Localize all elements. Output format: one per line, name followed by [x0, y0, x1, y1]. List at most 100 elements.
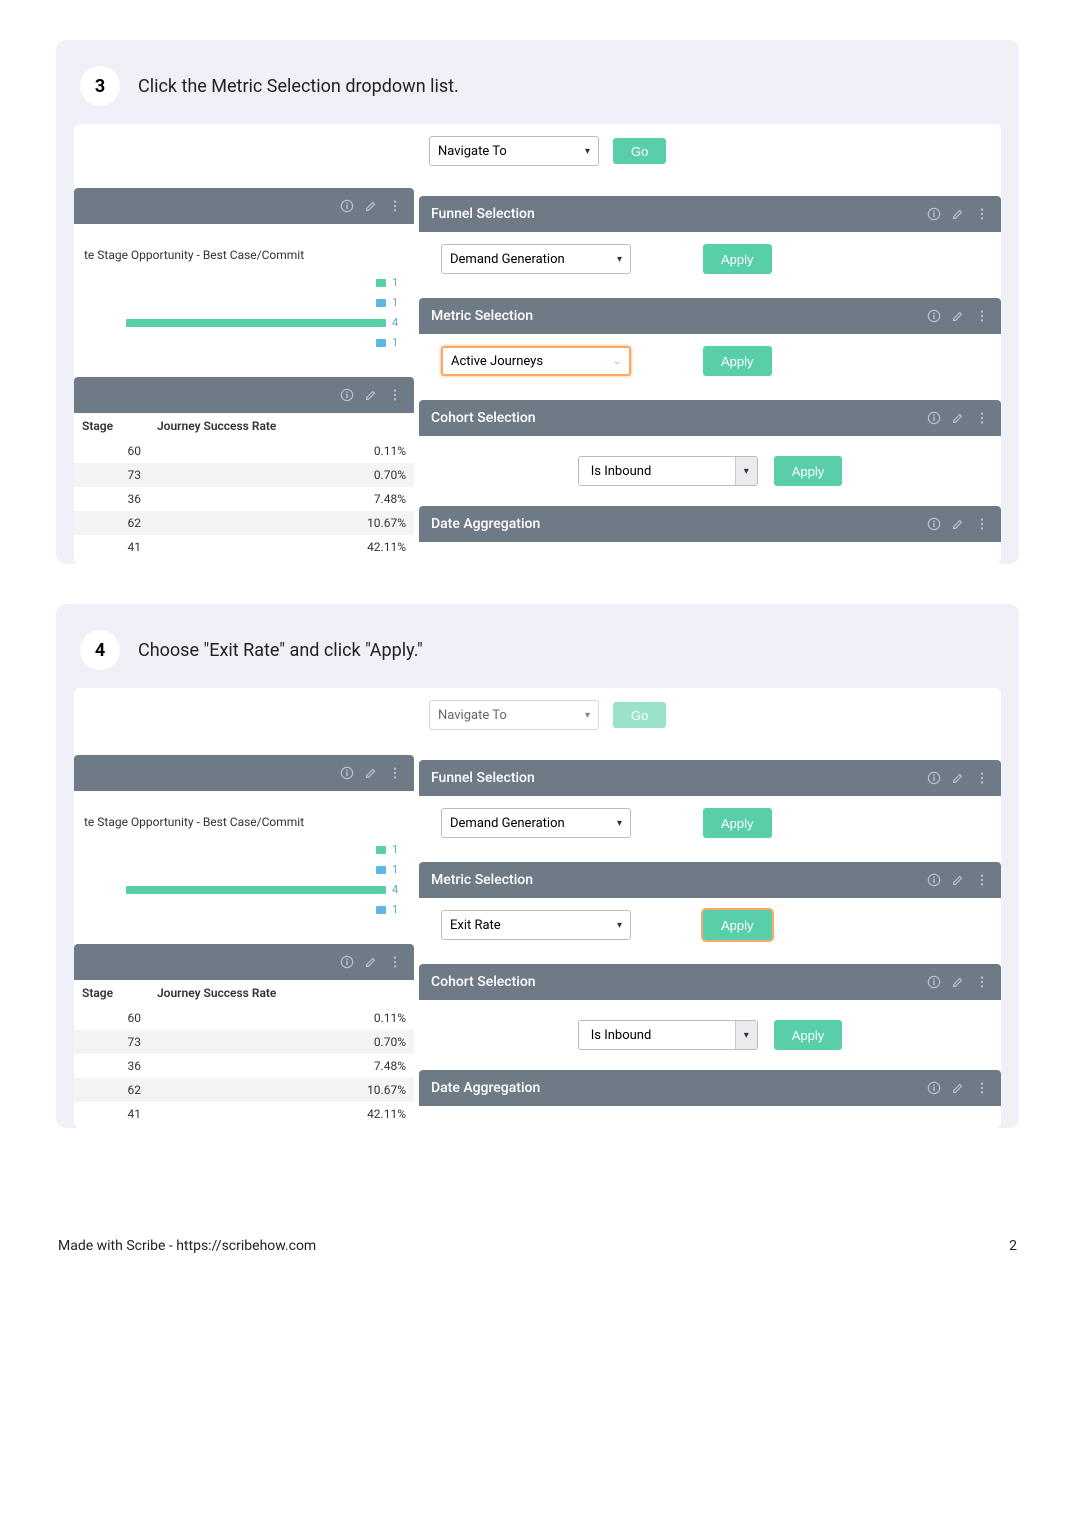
edit-icon: [364, 766, 378, 780]
panel-header-table: [74, 944, 414, 980]
info-icon: [927, 411, 941, 425]
th-rate: Journey Success Rate: [149, 413, 414, 439]
more-icon: [975, 873, 989, 887]
info-icon: [927, 975, 941, 989]
chevron-down-icon: ▾: [585, 710, 590, 721]
page-footer: Made with Scribe - https://scribehow.com…: [56, 1238, 1019, 1254]
info-icon: [927, 517, 941, 531]
panel-header-chart: [74, 755, 414, 791]
chevron-down-icon: ⌄: [613, 356, 621, 367]
screenshot: te Stage Opportunity - Best Case/Commit …: [74, 688, 1001, 1128]
table-row: 367.48%: [74, 487, 414, 511]
metric-apply-button[interactable]: Apply: [703, 910, 772, 940]
chevron-down-icon: ▾: [617, 920, 622, 931]
edit-icon: [364, 388, 378, 402]
navigate-dropdown[interactable]: Navigate To▾: [429, 136, 599, 166]
more-icon: [388, 766, 402, 780]
bar-chart: 1 1 4 1: [84, 843, 404, 916]
chart-title: te Stage Opportunity - Best Case/Commit: [84, 248, 404, 262]
more-icon: [975, 411, 989, 425]
panel-header-chart: [74, 188, 414, 224]
edit-icon: [951, 771, 965, 785]
page-number: 2: [1009, 1238, 1017, 1254]
more-icon: [388, 199, 402, 213]
metric-header: Metric Selection: [419, 862, 1001, 898]
info-icon: [340, 955, 354, 969]
th-stage: Stage: [74, 413, 149, 439]
more-icon: [975, 207, 989, 221]
step-title: Choose "Exit Rate" and click "Apply.": [138, 640, 423, 661]
footer-credit: Made with Scribe - https://scribehow.com: [58, 1238, 316, 1254]
metric-dropdown[interactable]: Active Journeys⌄: [441, 346, 631, 376]
metric-dropdown[interactable]: Exit Rate▾: [441, 910, 631, 940]
more-icon: [975, 309, 989, 323]
cohort-apply-button[interactable]: Apply: [774, 456, 843, 486]
info-icon: [340, 388, 354, 402]
bar-chart: 1 1 4 1: [84, 276, 404, 349]
step-number-badge: 4: [80, 630, 120, 670]
table-row: 730.70%: [74, 463, 414, 487]
table-row: 4142.11%: [74, 535, 414, 559]
go-button[interactable]: Go: [613, 702, 666, 728]
chart-panel: te Stage Opportunity - Best Case/Commit …: [74, 791, 414, 922]
step-number-badge: 3: [80, 66, 120, 106]
info-icon: [927, 771, 941, 785]
cohort-header: Cohort Selection: [419, 964, 1001, 1000]
table-row: 6210.67%: [74, 1078, 414, 1102]
table-row: 6210.67%: [74, 511, 414, 535]
step-card-4: 4 Choose "Exit Rate" and click "Apply.": [56, 604, 1019, 1128]
navigate-dropdown[interactable]: Navigate To▾: [429, 700, 599, 730]
more-icon: [975, 517, 989, 531]
more-icon: [975, 1081, 989, 1095]
info-icon: [927, 873, 941, 887]
funnel-apply-button[interactable]: Apply: [703, 244, 772, 274]
step-title: Click the Metric Selection dropdown list…: [138, 76, 459, 97]
more-icon: [975, 975, 989, 989]
chevron-down-icon: ▾: [735, 457, 757, 485]
more-icon: [388, 955, 402, 969]
funnel-dropdown[interactable]: Demand Generation▾: [441, 808, 631, 838]
chevron-down-icon: ▾: [735, 1021, 757, 1049]
stage-table: StageJourney Success Rate 600.11% 730.70…: [74, 413, 414, 559]
stage-table: StageJourney Success Rate 600.11% 730.70…: [74, 980, 414, 1126]
edit-icon: [951, 873, 965, 887]
funnel-dropdown[interactable]: Demand Generation▾: [441, 244, 631, 274]
info-icon: [927, 207, 941, 221]
funnel-header: Funnel Selection: [419, 760, 1001, 796]
cohort-dropdown[interactable]: Is Inbound▾: [578, 456, 758, 486]
more-icon: [975, 771, 989, 785]
edit-icon: [364, 955, 378, 969]
table-row: 367.48%: [74, 1054, 414, 1078]
more-icon: [388, 388, 402, 402]
edit-icon: [951, 309, 965, 323]
edit-icon: [951, 517, 965, 531]
chevron-down-icon: ▾: [617, 254, 622, 265]
table-row: 600.11%: [74, 439, 414, 463]
funnel-header: Funnel Selection: [419, 196, 1001, 232]
cohort-apply-button[interactable]: Apply: [774, 1020, 843, 1050]
cohort-dropdown[interactable]: Is Inbound▾: [578, 1020, 758, 1050]
chevron-down-icon: ▾: [585, 146, 590, 157]
step-card-3: 3 Click the Metric Selection dropdown li…: [56, 40, 1019, 564]
dateagg-header: Date Aggregation: [419, 506, 1001, 542]
go-button[interactable]: Go: [613, 138, 666, 164]
table-row: 730.70%: [74, 1030, 414, 1054]
th-stage: Stage: [74, 980, 149, 1006]
chevron-down-icon: ▾: [617, 818, 622, 829]
info-icon: [927, 1081, 941, 1095]
dateagg-header: Date Aggregation: [419, 1070, 1001, 1106]
panel-header-table: [74, 377, 414, 413]
metric-apply-button[interactable]: Apply: [703, 346, 772, 376]
metric-header: Metric Selection: [419, 298, 1001, 334]
funnel-apply-button[interactable]: Apply: [703, 808, 772, 838]
info-icon: [927, 309, 941, 323]
edit-icon: [951, 207, 965, 221]
edit-icon: [951, 411, 965, 425]
chart-title: te Stage Opportunity - Best Case/Commit: [84, 815, 404, 829]
edit-icon: [364, 199, 378, 213]
edit-icon: [951, 1081, 965, 1095]
table-row: 4142.11%: [74, 1102, 414, 1126]
edit-icon: [951, 975, 965, 989]
table-row: 600.11%: [74, 1006, 414, 1030]
screenshot: te Stage Opportunity - Best Case/Commit …: [74, 124, 1001, 564]
